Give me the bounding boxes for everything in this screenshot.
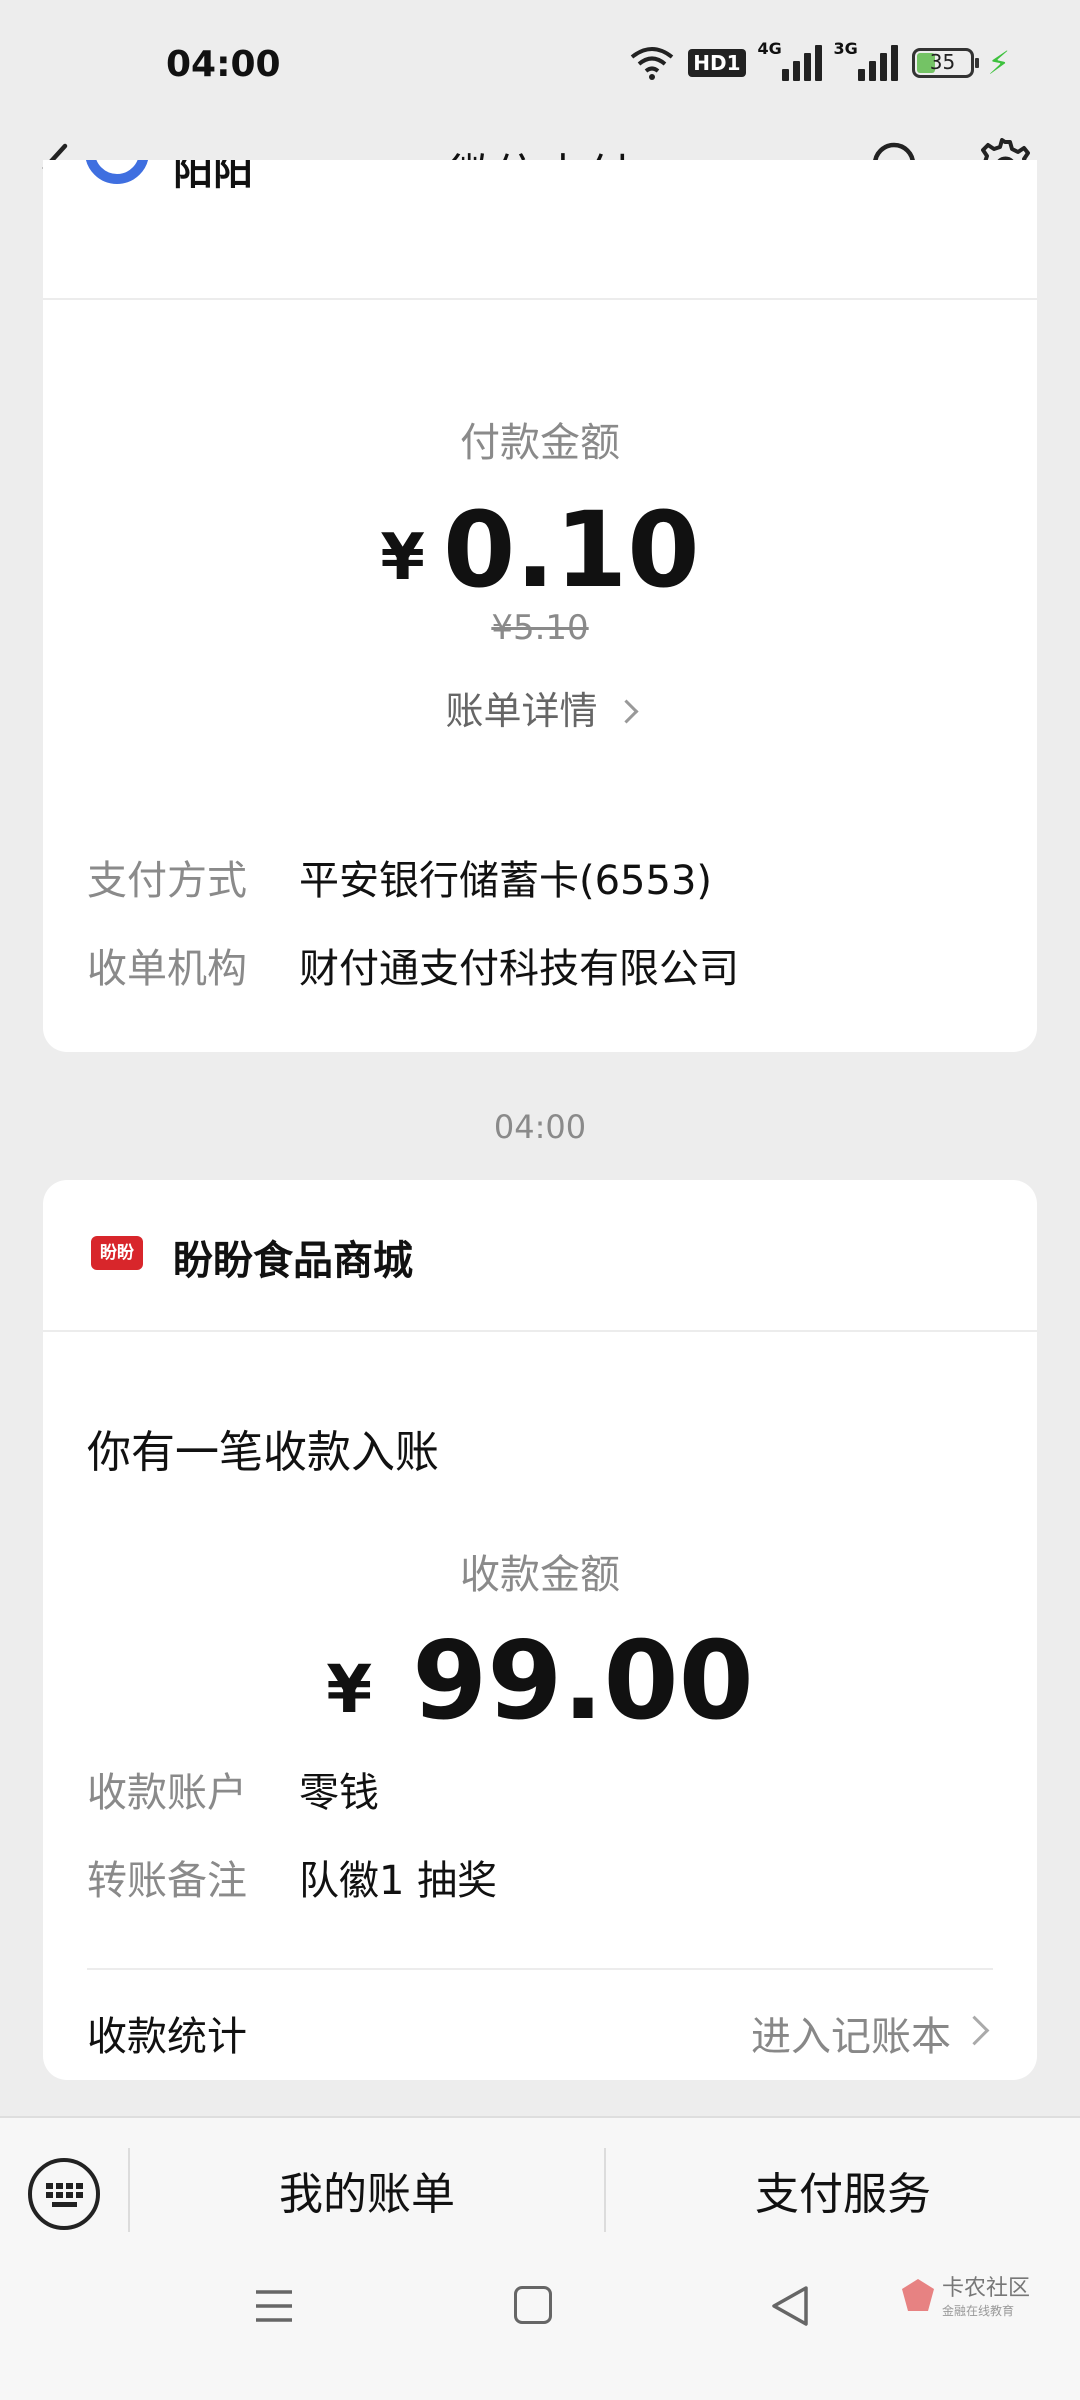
receiving-account-label: 收款账户 — [87, 1770, 247, 1816]
payment-amount: ¥0.10 — [43, 490, 1037, 610]
payment-method-value: 平安银行储蓄卡(6553) — [299, 858, 713, 904]
receiving-account-value: 零钱 — [299, 1770, 379, 1816]
amount-label: 收款金额 — [460, 1552, 620, 1598]
status-time: 04:00 — [166, 44, 281, 85]
keyboard-icon — [46, 2183, 83, 2207]
amount-value: 0.10 — [442, 489, 700, 611]
chevron-right-icon — [614, 699, 639, 724]
home-nav-button[interactable] — [514, 2286, 552, 2324]
panpan-logo-icon: 盼盼 — [91, 1236, 143, 1270]
back-nav-button[interactable] — [768, 2284, 812, 2328]
merchant-name: 阳阳 — [173, 160, 253, 194]
wifi-icon — [631, 47, 674, 80]
watermark-sub-text: 金融在线教育 — [942, 2304, 1015, 2318]
charging-icon: ⚡ — [987, 44, 1010, 82]
status-icons: HD1 4G 3G 35 ⚡ — [630, 39, 1010, 82]
receipt-card: 盼盼 盼盼食品商城 你有一笔收款入账 收款金额 ¥99.00 收款账户 零钱 转… — [43, 1180, 1037, 2080]
watermark-main-text: 卡农社区 — [942, 2276, 1031, 2301]
original-amount: ¥5.10 — [491, 608, 589, 648]
watermark-logo-icon — [902, 2278, 934, 2311]
card-divider — [43, 1330, 1037, 1332]
hd-icon: HD1 — [688, 49, 746, 77]
signal-3g-icon: 3G — [834, 39, 898, 81]
transfer-note-value: 队徽1 抽奖 — [299, 1858, 498, 1904]
menu-nav-button[interactable] — [254, 2286, 294, 2326]
currency-symbol: ¥ — [326, 1651, 373, 1728]
amount-label: 付款金额 — [460, 420, 620, 466]
receipt-amount: ¥99.00 — [43, 1620, 1037, 1744]
bill-detail-link[interactable]: 账单详情 — [43, 680, 1037, 735]
bottom-menu-bar: 我的账单 支付服务 — [0, 2116, 1080, 2242]
transfer-note-label: 转账备注 — [87, 1858, 247, 1904]
payment-services-tab[interactable]: 支付服务 — [606, 2158, 1080, 2222]
merchant-name[interactable]: 盼盼食品商城 — [173, 1228, 413, 1286]
ledger-link[interactable]: 进入记账本 — [751, 2004, 951, 2062]
menu-icon — [256, 2290, 292, 2322]
receipt-stats-row[interactable]: 收款统计 进入记账本 — [43, 1970, 1037, 2080]
bill-detail-label: 账单详情 — [445, 689, 598, 733]
system-navigation-bar: 卡农社区 金融在线教育 — [0, 2240, 1080, 2400]
signal-4g-icon: 4G — [758, 39, 822, 81]
watermark: 卡农社区 金融在线教育 — [900, 2270, 1030, 2319]
merchant-logo-icon — [85, 160, 149, 184]
card-divider — [43, 298, 1037, 300]
stats-label: 收款统计 — [87, 2014, 247, 2060]
message-timestamp: 04:00 — [493, 1108, 587, 1146]
chevron-right-icon — [959, 2015, 990, 2046]
payment-method-label: 支付方式 — [87, 858, 247, 904]
currency-symbol: ¥ — [380, 521, 425, 595]
acquirer-label: 收单机构 — [87, 946, 247, 992]
battery-icon: 35 — [911, 48, 979, 78]
acquirer-value: 财付通支付科技有限公司 — [299, 946, 739, 992]
amount-value: 99.00 — [412, 1619, 754, 1744]
payment-card: 阳阳 付款金额 ¥0.10 ¥5.10 账单详情 支付方式 平安银行储蓄卡(65… — [43, 160, 1037, 1052]
my-bills-tab[interactable]: 我的账单 — [130, 2158, 604, 2222]
keyboard-toggle-button[interactable] — [28, 2158, 100, 2230]
receipt-heading: 你有一笔收款入账 — [87, 1427, 439, 1478]
back-triangle-icon — [772, 2286, 808, 2326]
